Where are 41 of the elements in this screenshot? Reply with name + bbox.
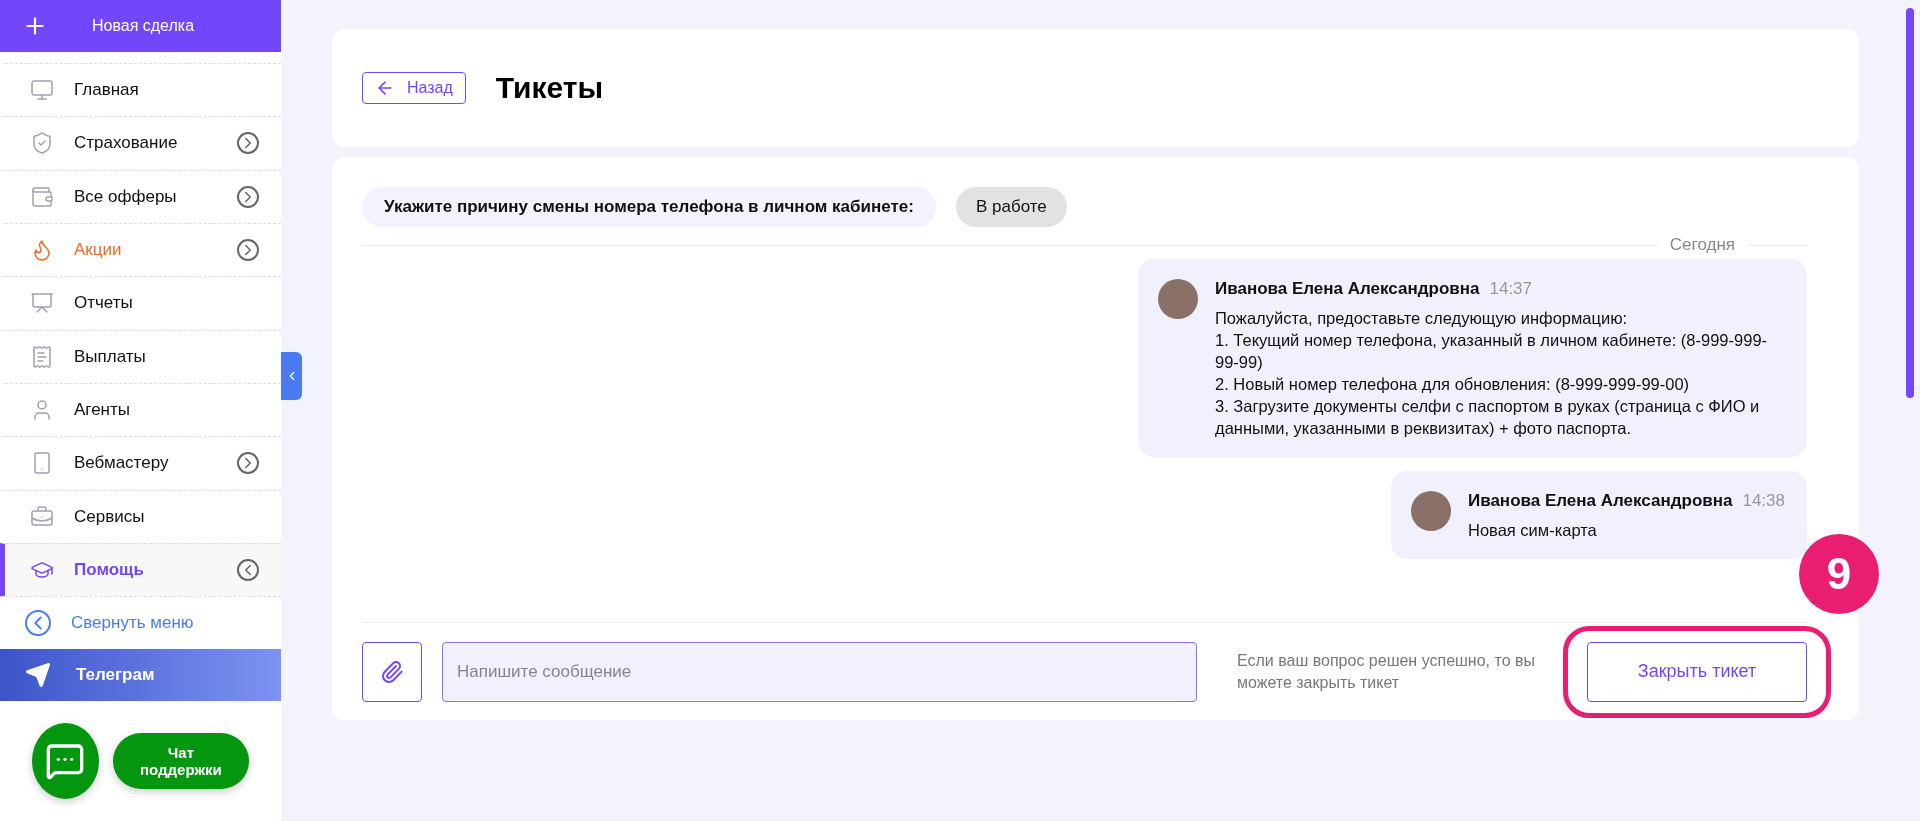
sidebar-toggle[interactable] [281,352,302,400]
paper-plane-icon [25,662,51,689]
message-author: Иванова Елена Александровна [1467,491,1733,510]
menu-icon [30,504,54,529]
message-text: Новая сим-карта [1467,520,1598,541]
new-deal-button[interactable]: Новая сделка [0,0,281,52]
support-chat-button[interactable]: Чат поддержки [112,732,249,789]
status-badge: В работе [955,187,1067,227]
avatar-placeholder [1158,279,1198,319]
message-time: 14:37 [1489,279,1533,298]
message-text: 3. Загрузите документы селфи с паспортом в руках (страница с ФИО и данными, указанными в реквизитах) + фото паспорта. [1215,396,1761,439]
chevron-icon[interactable] [237,132,259,155]
ticket-subject: Укажите причину смены номера телефона в личном кабинете: [362,187,936,227]
close-ticket-button[interactable]: Закрыть тикет [1587,641,1807,702]
menu-icon [30,78,54,102]
paperclip-icon [380,659,404,684]
menu-icon [30,131,54,156]
sidebar-item[interactable]: Помощь [0,542,281,597]
avatar-placeholder [1410,491,1451,531]
message-author: Иванова Елена Александровна [1215,279,1480,298]
menu-icon [30,184,54,209]
collapse-icon [25,610,51,637]
page-title: Тикеты [495,71,604,105]
close-hint: Если ваш вопрос решен успешно, то вы можете закрыть тикет [1237,650,1536,693]
menu-icon [30,291,54,316]
telegram-link[interactable]: Телеграм [0,649,281,701]
chevron-icon[interactable] [237,185,259,208]
message-time: 14:38 [1742,491,1785,510]
step-marker: 9 [1799,533,1879,614]
chat-button[interactable] [32,722,99,799]
message-input[interactable]: Напишите сообщение [442,641,1197,702]
back-button[interactable]: Назад [362,72,466,104]
chevron-icon[interactable] [237,239,259,262]
message-text: 1. Текущий номер телефона, указанный в личном кабинете: (8-999-999-99-99) [1215,330,1769,373]
attach-button[interactable] [362,641,422,702]
message-text: 2. Новый номер телефона для обновления: (8-999-999-99-00) [1215,374,1691,395]
date-divider: Сегодня [1669,235,1735,255]
chevron-icon[interactable] [237,559,259,582]
menu-icon [30,344,54,369]
message-text: Пожалуйста, предоставьте следующую информацию: [1215,308,1629,329]
chevron-icon[interactable] [237,452,259,475]
